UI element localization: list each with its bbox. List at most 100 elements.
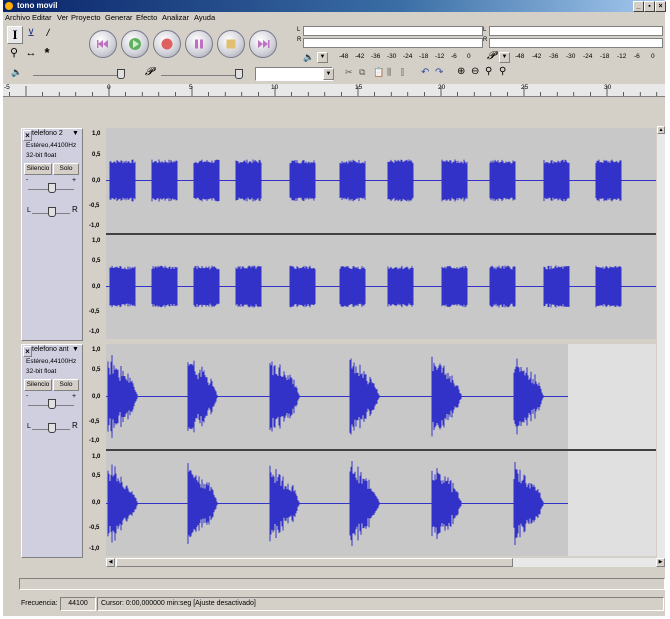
track-menu-chevron-down-icon[interactable]: ▼	[72, 346, 79, 353]
solo-button[interactable]: Solo	[53, 379, 79, 391]
input-meter-tick: -12	[617, 53, 627, 60]
scale-label: -1,0	[89, 546, 100, 552]
maximize-button[interactable]: ▪	[644, 1, 655, 12]
app-icon	[5, 2, 13, 10]
timeshift-tool-icon[interactable]: ↔	[24, 45, 38, 61]
output-meter-dropdown[interactable]: ▼	[317, 52, 328, 63]
menu-generar[interactable]: Generar	[105, 13, 133, 23]
track-close-button[interactable]: ×	[23, 346, 32, 357]
microphone-icon[interactable]: 𝓟	[487, 50, 495, 63]
zoom-in-icon[interactable]: ⊕	[457, 66, 465, 77]
fit-project-icon[interactable]: ⚲	[499, 66, 506, 77]
info-strip	[19, 578, 665, 590]
scroll-thumb[interactable]	[116, 558, 513, 567]
scale-label: 1,0	[92, 347, 101, 353]
menu-archivo[interactable]: Archivo	[5, 13, 30, 23]
input-meter-tick: -18	[600, 53, 610, 60]
stop-button[interactable]	[217, 30, 245, 58]
output-volume-slider[interactable]	[33, 75, 123, 76]
scroll-up-button[interactable]: ▲	[657, 126, 665, 134]
input-meter-tick: -24	[583, 53, 593, 60]
frequency-field[interactable]: 44100	[60, 597, 96, 611]
mute-button[interactable]: Silencio	[24, 163, 52, 175]
menu-efecto[interactable]: Efecto	[136, 13, 157, 23]
menu-proyecto[interactable]: Proyecto	[71, 13, 101, 23]
timeline-ruler[interactable]: -5 0 5 10 15 20 25 30	[3, 84, 665, 97]
draw-tool-icon[interactable]: 𝑙	[40, 26, 54, 42]
menu-ayuda[interactable]: Ayuda	[194, 13, 215, 23]
redo-icon[interactable]: ↷	[435, 67, 443, 78]
output-meter-top	[303, 26, 483, 36]
multi-tool-icon[interactable]: *	[40, 45, 54, 61]
cursor-status: Cursor: 0:00,000000 min:seg [Ajuste desa…	[97, 597, 664, 611]
ruler-label: 30	[604, 84, 612, 91]
close-button[interactable]: ×	[655, 1, 666, 12]
zoom-out-icon[interactable]: ⊖	[471, 66, 479, 77]
copy-icon[interactable]: ⧉	[359, 67, 365, 78]
input-source-dropdown[interactable]: ▼	[323, 68, 334, 80]
input-meter-dropdown[interactable]: ▼	[499, 52, 510, 63]
output-volume-icon: 🔈	[11, 67, 23, 77]
zoom-tool-icon[interactable]: ⚲	[7, 45, 21, 61]
play-button[interactable]	[121, 30, 149, 58]
menu-ver[interactable]: Ver	[57, 13, 68, 23]
ruler-label: 25	[521, 84, 529, 91]
scale-label: -1,0	[89, 223, 100, 229]
input-meter-tick: -6	[634, 53, 640, 60]
ruler-ticks	[9, 86, 658, 96]
track-name[interactable]: telefono 2	[32, 130, 63, 137]
selection-tool[interactable]: I	[7, 26, 23, 44]
input-source-select[interactable]	[255, 67, 333, 81]
meter-channel-l: L	[297, 27, 301, 33]
track-1-scale: 1,0 0,5 0,0 -0,5 -1,0 1,0 0,5 0,0 -0,5 -…	[83, 128, 105, 339]
solo-button[interactable]: Solo	[53, 163, 79, 175]
output-volume-thumb[interactable]	[117, 69, 125, 79]
track-menu-chevron-down-icon[interactable]: ▼	[72, 130, 79, 137]
scale-label: 0,5	[92, 367, 101, 373]
input-meter-tick: -48	[515, 53, 525, 60]
input-meter-tick: -36	[549, 53, 559, 60]
skip-start-button[interactable]	[89, 30, 117, 58]
speaker-icon[interactable]: 🔈	[303, 52, 314, 63]
menu-editar[interactable]: Editar	[32, 13, 52, 23]
record-button[interactable]	[153, 30, 181, 58]
track-1-panel[interactable]: × telefono 2 ▼ Estéreo,44100Hz 32-bit fl…	[21, 128, 83, 341]
minimize-button[interactable]: _	[633, 1, 644, 12]
paste-icon[interactable]: 📋	[373, 67, 384, 78]
cut-icon[interactable]: ✂	[345, 67, 353, 78]
gain-thumb[interactable]	[48, 183, 56, 193]
scale-label: 0,0	[92, 500, 101, 506]
track-close-button[interactable]: ×	[23, 130, 32, 141]
input-volume-slider[interactable]	[161, 75, 241, 76]
pan-thumb[interactable]	[48, 423, 56, 433]
meter-tick: -12	[435, 53, 445, 60]
trim-icon[interactable]: ⫼	[387, 67, 391, 78]
track-1-waveform[interactable]	[106, 128, 656, 339]
mute-button[interactable]: Silencio	[24, 379, 52, 391]
scale-label: -0,5	[89, 419, 100, 425]
title-bar: tono movil _ ▪ ×	[3, 0, 666, 12]
fit-selection-icon[interactable]: ⚲	[485, 66, 492, 77]
ruler-label: 5	[189, 84, 193, 91]
pan-left-label: L	[27, 207, 31, 214]
track-format: Estéreo,44100Hz	[26, 142, 77, 149]
track-name[interactable]: telefono ant	[32, 346, 69, 353]
envelope-tool-icon[interactable]: ⊻	[24, 26, 38, 42]
scale-label: 0,0	[92, 284, 101, 290]
undo-icon[interactable]: ↶	[421, 67, 429, 78]
pan-thumb[interactable]	[48, 207, 56, 217]
horizontal-scrollbar[interactable]: ◀ ▶	[106, 558, 665, 567]
meter-toolbar: L R 🔈 ▼ -48 -42 -36 -30 -24 -18 -12 -6 0…	[289, 24, 665, 64]
track-2-panel[interactable]: × telefono ant ▼ Estéreo,44100Hz 32-bit …	[21, 344, 83, 558]
input-volume-thumb[interactable]	[235, 69, 243, 79]
silence-icon[interactable]: ⫿	[401, 67, 404, 78]
track-2-waveform[interactable]	[106, 344, 656, 556]
meter-tick: 0	[467, 53, 471, 60]
scroll-right-button[interactable]: ▶	[656, 558, 665, 567]
menu-analizar[interactable]: Analizar	[162, 13, 189, 23]
skip-end-button[interactable]	[249, 30, 277, 58]
vertical-scrollbar[interactable]: ▲ ▼	[657, 126, 665, 566]
pause-button[interactable]	[185, 30, 213, 58]
scroll-left-button[interactable]: ◀	[106, 558, 115, 567]
gain-thumb[interactable]	[48, 399, 56, 409]
